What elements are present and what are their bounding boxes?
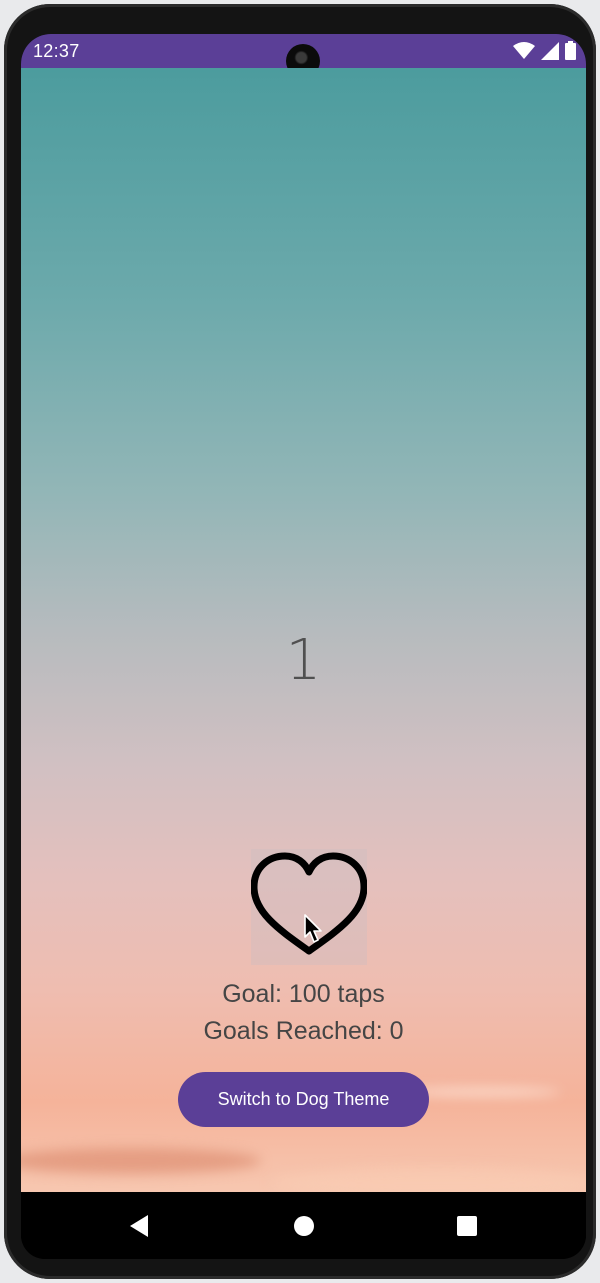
goal-text: Goal: 100 taps [222,980,385,1008]
home-icon[interactable] [293,1214,315,1238]
heart-tap-button[interactable] [250,849,368,965]
app-background: 1 Goal: 100 taps Goals Reached: 0 Switch… [21,68,586,1192]
status-time: 12:37 [33,41,80,61]
tap-counter: 1 [285,628,322,693]
navigation-bar [21,1192,586,1259]
wifi-icon [513,41,535,59]
heart-outline-icon [250,852,368,955]
battery-icon [565,41,576,60]
screen: 12:37 1 Goal: 100 taps Goals Reached: 0 … [21,34,586,1259]
cloud-decoration [21,1148,261,1174]
signal-icon [541,41,559,60]
status-icons [513,41,576,60]
goals-reached-text: Goals Reached: 0 [203,1017,404,1045]
recents-icon[interactable] [456,1214,478,1238]
phone-frame: 12:37 1 Goal: 100 taps Goals Reached: 0 … [4,4,596,1279]
switch-theme-button[interactable]: Switch to Dog Theme [178,1072,429,1127]
mouse-cursor-icon [304,914,322,943]
cloud-decoration [271,1168,586,1192]
back-icon[interactable] [128,1214,150,1238]
